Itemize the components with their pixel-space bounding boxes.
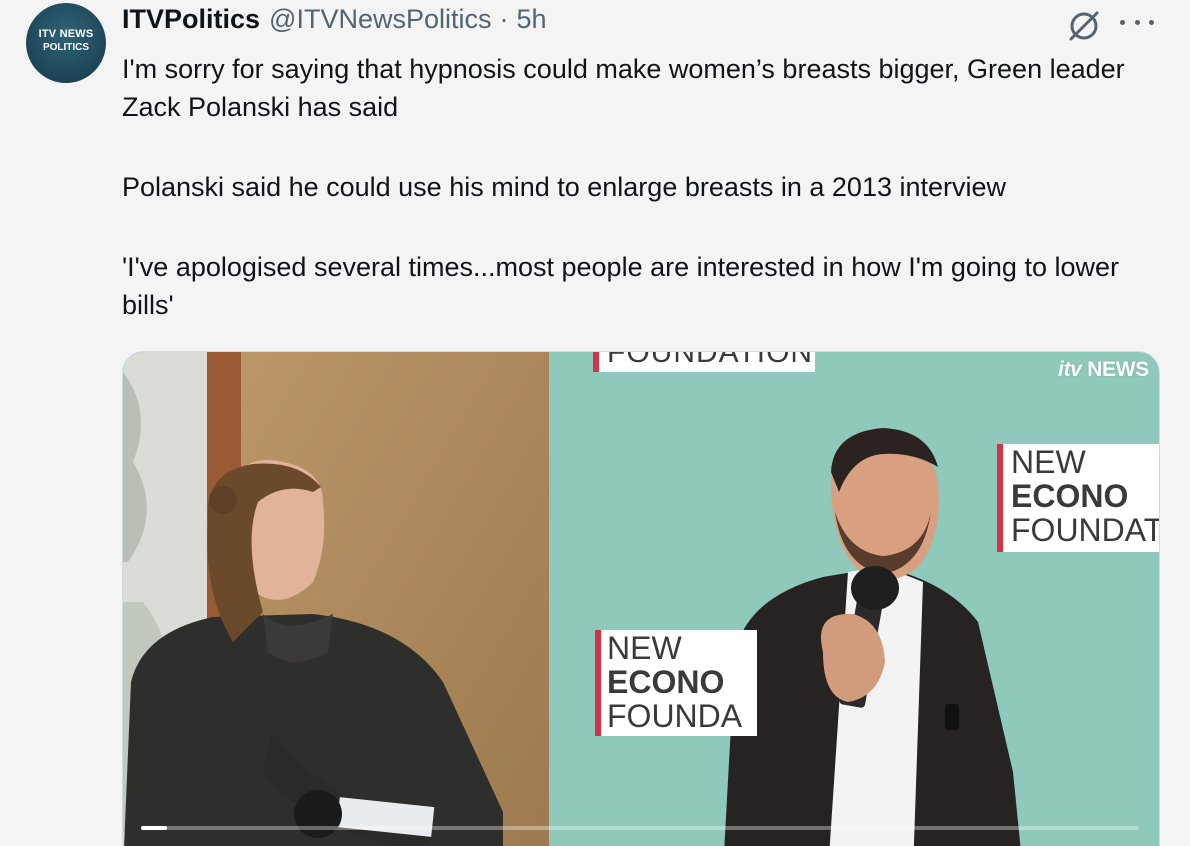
avatar[interactable]: ITV NEWS POLITICS	[26, 3, 106, 83]
video-player[interactable]: FOUNDATION NEW ECONO FOUNDAT NEW ECONO F…	[122, 351, 1160, 846]
tweet-text: I'm sorry for saying that hypnosis could…	[122, 50, 1162, 324]
video-progress-fill	[141, 826, 167, 830]
banner-sign-middle: NEW ECONO FOUNDA	[595, 630, 757, 736]
tweet-paragraph-1: I'm sorry for saying that hypnosis could…	[122, 54, 1125, 122]
more-options-icon[interactable]	[1120, 12, 1154, 32]
grok-icon[interactable]	[1064, 6, 1104, 46]
broadcaster-word: NEWS	[1087, 358, 1149, 381]
tweet[interactable]: ITV NEWS POLITICS ITVPolitics @ITVNewsPo…	[0, 0, 1190, 846]
video-frame-illustration	[123, 352, 1159, 846]
more-dot	[1149, 19, 1154, 25]
banner-sign-right: NEW ECONO FOUNDAT	[997, 444, 1160, 552]
broadcaster-brand: itv	[1058, 358, 1082, 381]
sign-right-line-2: ECONO	[1011, 478, 1129, 514]
tweet-paragraph-2: Polanski said he could use his mind to e…	[122, 172, 1007, 202]
banner-sign-top: FOUNDATION	[593, 351, 815, 372]
separator-dot: ·	[499, 4, 509, 34]
display-name[interactable]: ITVPolitics	[122, 4, 260, 35]
sign-right-line-1: NEW	[1011, 444, 1086, 480]
avatar-logo-text: ITV NEWS	[38, 27, 94, 40]
tweet-paragraph-3: 'I've apologised several times...most pe…	[122, 252, 1119, 320]
broadcaster-logo: itv NEWS	[1058, 358, 1149, 382]
sign-mid-line-3: FOUNDA	[607, 698, 743, 734]
sign-mid-line-2: ECONO	[607, 664, 725, 700]
sign-top-text: FOUNDATION	[607, 351, 814, 369]
timestamp[interactable]: 5h	[517, 4, 547, 35]
more-dot	[1120, 19, 1125, 25]
avatar-subtext: POLITICS	[42, 41, 90, 53]
tweet-header: ITVPolitics @ITVNewsPolitics · 5h	[122, 4, 547, 38]
sign-right-line-3: FOUNDAT	[1011, 512, 1160, 548]
more-dot	[1134, 19, 1140, 25]
user-handle[interactable]: @ITVNewsPolitics	[269, 4, 491, 35]
video-progress-bar[interactable]	[141, 826, 1139, 830]
sign-mid-line-1: NEW	[607, 630, 682, 666]
